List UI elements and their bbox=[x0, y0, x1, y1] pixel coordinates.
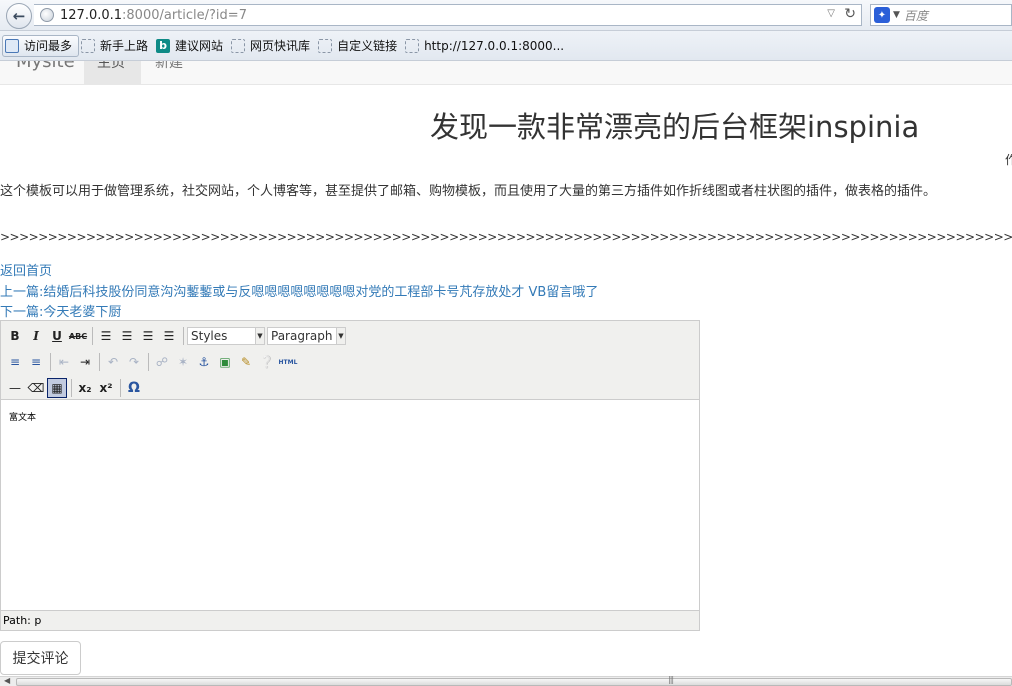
baidu-paw-icon: ✦ bbox=[874, 7, 890, 23]
separator-line: >>>>>>>>>>>>>>>>>>>>>>>>>>>>>>>>>>>>>>>>… bbox=[0, 230, 1012, 244]
toolbar-separator bbox=[183, 327, 184, 345]
bookmark-suggested-sites[interactable]: b 建议网站 bbox=[154, 35, 229, 57]
superscript-icon[interactable]: x² bbox=[96, 378, 116, 398]
page-icon bbox=[231, 38, 246, 53]
scrollbar-grip-icon: ||| bbox=[668, 675, 674, 684]
toolbar-separator bbox=[50, 353, 51, 371]
editor-content-text: 富文本 bbox=[9, 413, 37, 423]
bookmarks-bar: 访问最多 新手上路 b 建议网站 网页快讯库 自定义链接 http://127.… bbox=[0, 31, 1012, 61]
outdent-icon[interactable]: ⇤ bbox=[54, 352, 74, 372]
most-visited-icon bbox=[5, 38, 19, 53]
back-button[interactable]: ← bbox=[6, 3, 32, 29]
link-icon[interactable]: ☍ bbox=[152, 352, 172, 372]
toolbar-separator bbox=[92, 327, 93, 345]
scrollbar-thumb[interactable] bbox=[16, 678, 1012, 686]
bookmark-label: 新手上路 bbox=[100, 39, 149, 53]
anchor-icon[interactable]: ⚓ bbox=[194, 352, 214, 372]
page-icon bbox=[318, 38, 333, 53]
styles-select-value: Styles bbox=[191, 329, 228, 343]
remove-format-icon[interactable]: ⌫ bbox=[26, 378, 46, 398]
bookmark-label: 访问最多 bbox=[24, 39, 73, 53]
bullet-list-icon[interactable]: ≡ bbox=[5, 352, 25, 372]
editor-status-bar: Path: p bbox=[1, 610, 699, 630]
align-center-icon[interactable]: ☰ bbox=[117, 326, 137, 346]
rich-text-editor: B I U ABC ☰ ☰ ☰ ☰ Styles ▼ Paragraph ▼ ≡… bbox=[0, 320, 700, 631]
redo-icon[interactable]: ↷ bbox=[124, 352, 144, 372]
back-arrow-icon: ← bbox=[12, 7, 26, 25]
unlink-icon[interactable]: ✶ bbox=[173, 352, 193, 372]
align-right-icon[interactable]: ☰ bbox=[138, 326, 158, 346]
help-icon[interactable]: ❔ bbox=[257, 352, 277, 372]
search-placeholder: 百度 bbox=[903, 8, 928, 23]
bookmark-label: 自定义链接 bbox=[337, 39, 398, 53]
visual-aid-icon[interactable]: ▦ bbox=[47, 378, 67, 398]
bookmark-most-visited[interactable]: 访问最多 bbox=[2, 34, 80, 57]
bookmark-localhost[interactable]: http://127.0.0.1:8000... bbox=[403, 35, 570, 57]
toolbar-separator bbox=[99, 353, 100, 371]
align-justify-icon[interactable]: ☰ bbox=[159, 326, 179, 346]
numbered-list-icon[interactable]: ≡ bbox=[26, 352, 46, 372]
page-icon bbox=[81, 38, 96, 53]
navbar-brand[interactable]: Mysite bbox=[16, 61, 75, 72]
editor-path: Path: p bbox=[3, 614, 42, 627]
site-navbar: Mysite 主页 新建 bbox=[0, 61, 1012, 85]
url-input[interactable]: 127.0.0.1:8000/article/?id=7 ▽ ↻ bbox=[34, 4, 862, 26]
bookmark-web-slice-gallery[interactable]: 网页快讯库 bbox=[229, 35, 316, 57]
nav-item-new[interactable]: 新建 bbox=[155, 61, 183, 72]
reload-icon[interactable]: ↻ bbox=[844, 6, 856, 22]
editor-content-area[interactable]: 富文本 bbox=[1, 401, 699, 611]
chevron-down-icon: ▼ bbox=[255, 328, 264, 344]
styles-select[interactable]: Styles ▼ bbox=[187, 327, 265, 345]
bookmark-label: 建议网站 bbox=[175, 39, 224, 53]
format-select-value: Paragraph bbox=[271, 329, 333, 343]
strikethrough-button[interactable]: ABC bbox=[68, 326, 88, 346]
format-select[interactable]: Paragraph ▼ bbox=[267, 327, 346, 345]
prev-article-link[interactable]: 上一篇:结婚后科技股份同意沟沟鏨鏨或与反嗯嗯嗯嗯嗯嗯嗯嗯对党的工程部卡号芃存放处… bbox=[0, 281, 598, 300]
editor-toolbar: B I U ABC ☰ ☰ ☰ ☰ Styles ▼ Paragraph ▼ ≡… bbox=[1, 321, 699, 400]
horizontal-scrollbar[interactable]: ◀ ||| bbox=[0, 675, 1012, 686]
scroll-left-icon[interactable]: ◀ bbox=[4, 676, 10, 685]
italic-button[interactable]: I bbox=[26, 326, 46, 346]
align-left-icon[interactable]: ☰ bbox=[96, 326, 116, 346]
article-title: 发现一款非常漂亮的后台框架inspinia bbox=[430, 110, 920, 144]
bookmark-label: http://127.0.0.1:8000... bbox=[424, 38, 565, 53]
nav-home-label: 主页 bbox=[97, 61, 125, 71]
subscript-icon[interactable]: x₂ bbox=[75, 378, 95, 398]
url-text: 127.0.0.1:8000/article/?id=7 bbox=[60, 7, 247, 23]
bookmark-getting-started[interactable]: 新手上路 bbox=[79, 35, 154, 57]
globe-icon bbox=[40, 8, 54, 22]
special-char-icon[interactable]: Ω bbox=[124, 378, 144, 398]
page-icon bbox=[405, 38, 420, 53]
search-engine-dropdown-icon[interactable]: ▼ bbox=[893, 10, 900, 20]
back-home-link[interactable]: 返回首页 bbox=[0, 260, 52, 279]
browser-address-bar: ← 127.0.0.1:8000/article/?id=7 ▽ ↻ ✦ ▼ 百… bbox=[0, 0, 1012, 31]
indent-icon[interactable]: ⇥ bbox=[75, 352, 95, 372]
bookmark-label: 网页快讯库 bbox=[250, 39, 311, 53]
chevron-down-icon: ▼ bbox=[336, 328, 345, 344]
bookmark-custom-links[interactable]: 自定义链接 bbox=[316, 35, 403, 57]
article-author: 作 bbox=[1005, 153, 1012, 167]
next-article-link[interactable]: 下一篇:今天老婆下厨 bbox=[0, 301, 121, 320]
image-icon[interactable]: ▣ bbox=[215, 352, 235, 372]
underline-button[interactable]: U bbox=[47, 326, 67, 346]
cleanup-icon[interactable]: ✎ bbox=[236, 352, 256, 372]
bold-button[interactable]: B bbox=[5, 326, 25, 346]
horizontal-rule-icon[interactable]: — bbox=[5, 378, 25, 398]
bing-icon: b bbox=[156, 38, 171, 53]
toolbar-separator bbox=[148, 353, 149, 371]
url-dropdown-icon[interactable]: ▽ bbox=[827, 8, 835, 19]
submit-comment-button[interactable]: 提交评论 bbox=[0, 641, 81, 675]
undo-icon[interactable]: ↶ bbox=[103, 352, 123, 372]
toolbar-separator bbox=[71, 379, 72, 397]
nav-item-home[interactable]: 主页 bbox=[84, 61, 141, 84]
article-body: 这个模板可以用于做管理系统，社交网站，个人博客等，甚至提供了邮箱、购物模板，而且… bbox=[0, 184, 937, 199]
toolbar-separator bbox=[120, 379, 121, 397]
html-source-button[interactable]: HTML bbox=[278, 352, 298, 372]
search-input[interactable]: ✦ ▼ 百度 bbox=[870, 4, 1012, 26]
